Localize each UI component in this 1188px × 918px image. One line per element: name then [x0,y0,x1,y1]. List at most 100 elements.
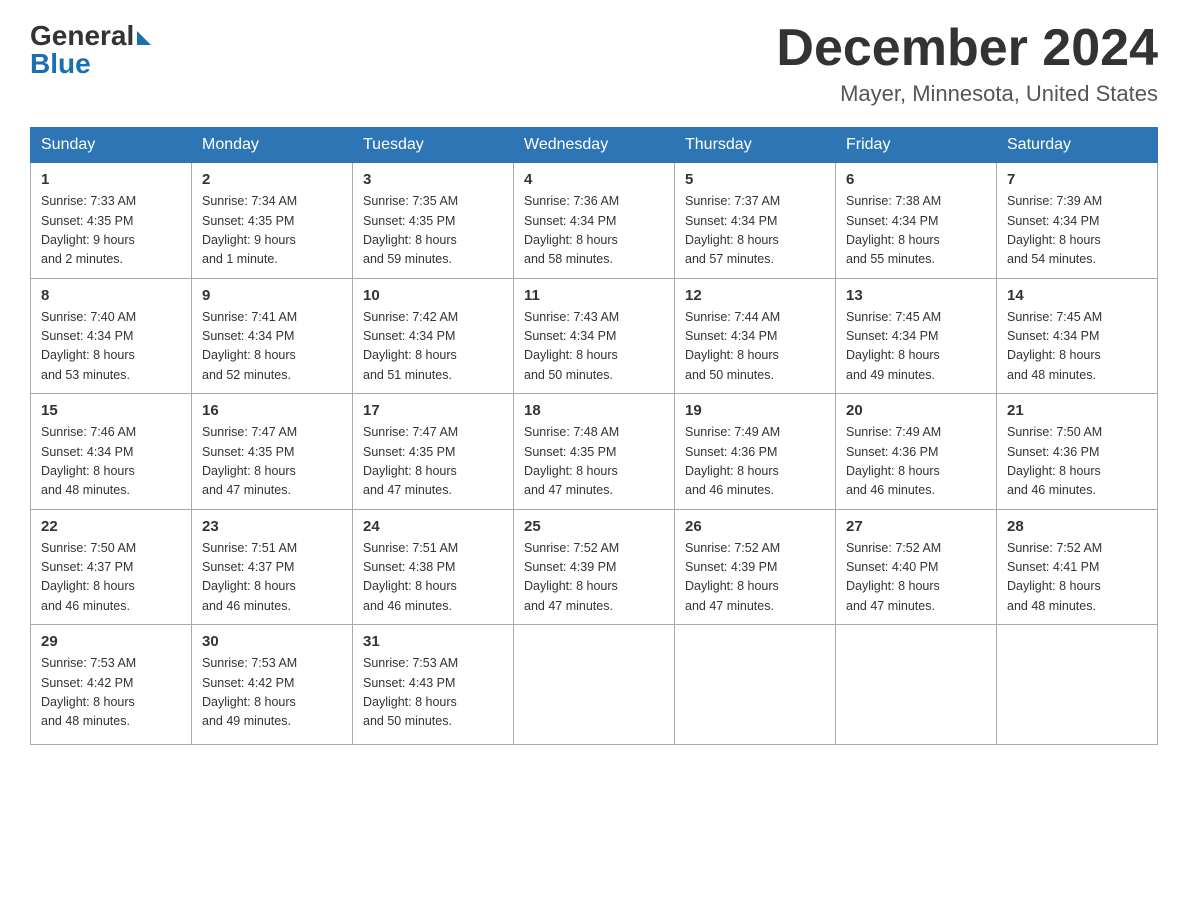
day-number: 24 [363,518,503,535]
day-number: 5 [685,171,825,188]
table-row: 9 Sunrise: 7:41 AMSunset: 4:34 PMDayligh… [192,278,353,394]
calendar-week-row: 15 Sunrise: 7:46 AMSunset: 4:34 PMDaylig… [31,394,1158,510]
day-number: 8 [41,287,181,304]
day-number: 26 [685,518,825,535]
table-row: 19 Sunrise: 7:49 AMSunset: 4:36 PMDaylig… [675,394,836,510]
day-info: Sunrise: 7:37 AMSunset: 4:34 PMDaylight:… [685,194,780,266]
day-info: Sunrise: 7:43 AMSunset: 4:34 PMDaylight:… [524,310,619,382]
day-number: 12 [685,287,825,304]
day-info: Sunrise: 7:52 AMSunset: 4:40 PMDaylight:… [846,541,941,613]
day-number: 29 [41,633,181,650]
calendar-table: Sunday Monday Tuesday Wednesday Thursday… [30,127,1158,745]
col-monday: Monday [192,128,353,163]
day-number: 13 [846,287,986,304]
table-row: 12 Sunrise: 7:44 AMSunset: 4:34 PMDaylig… [675,278,836,394]
day-info: Sunrise: 7:46 AMSunset: 4:34 PMDaylight:… [41,425,136,497]
day-info: Sunrise: 7:34 AMSunset: 4:35 PMDaylight:… [202,194,297,266]
day-info: Sunrise: 7:50 AMSunset: 4:37 PMDaylight:… [41,541,136,613]
day-info: Sunrise: 7:44 AMSunset: 4:34 PMDaylight:… [685,310,780,382]
day-info: Sunrise: 7:39 AMSunset: 4:34 PMDaylight:… [1007,194,1102,266]
table-row: 15 Sunrise: 7:46 AMSunset: 4:34 PMDaylig… [31,394,192,510]
logo-blue-text: Blue [30,48,91,80]
day-info: Sunrise: 7:47 AMSunset: 4:35 PMDaylight:… [363,425,458,497]
table-row: 2 Sunrise: 7:34 AMSunset: 4:35 PMDayligh… [192,163,353,279]
day-info: Sunrise: 7:45 AMSunset: 4:34 PMDaylight:… [846,310,941,382]
table-row: 1 Sunrise: 7:33 AMSunset: 4:35 PMDayligh… [31,163,192,279]
col-saturday: Saturday [997,128,1158,163]
day-info: Sunrise: 7:52 AMSunset: 4:41 PMDaylight:… [1007,541,1102,613]
location-title: Mayer, Minnesota, United States [776,81,1158,107]
day-info: Sunrise: 7:33 AMSunset: 4:35 PMDaylight:… [41,194,136,266]
day-info: Sunrise: 7:45 AMSunset: 4:34 PMDaylight:… [1007,310,1102,382]
day-info: Sunrise: 7:35 AMSunset: 4:35 PMDaylight:… [363,194,458,266]
day-number: 11 [524,287,664,304]
col-sunday: Sunday [31,128,192,163]
calendar-week-row: 22 Sunrise: 7:50 AMSunset: 4:37 PMDaylig… [31,509,1158,625]
title-section: December 2024 Mayer, Minnesota, United S… [776,20,1158,107]
day-info: Sunrise: 7:51 AMSunset: 4:38 PMDaylight:… [363,541,458,613]
table-row: 29 Sunrise: 7:53 AMSunset: 4:42 PMDaylig… [31,625,192,745]
day-number: 9 [202,287,342,304]
day-number: 14 [1007,287,1147,304]
day-info: Sunrise: 7:53 AMSunset: 4:43 PMDaylight:… [363,656,458,728]
day-number: 10 [363,287,503,304]
logo: General Blue [30,20,151,80]
day-number: 25 [524,518,664,535]
day-number: 18 [524,402,664,419]
day-info: Sunrise: 7:53 AMSunset: 4:42 PMDaylight:… [41,656,136,728]
day-number: 20 [846,402,986,419]
day-info: Sunrise: 7:38 AMSunset: 4:34 PMDaylight:… [846,194,941,266]
table-row: 23 Sunrise: 7:51 AMSunset: 4:37 PMDaylig… [192,509,353,625]
day-number: 15 [41,402,181,419]
day-info: Sunrise: 7:49 AMSunset: 4:36 PMDaylight:… [685,425,780,497]
table-row: 27 Sunrise: 7:52 AMSunset: 4:40 PMDaylig… [836,509,997,625]
table-row: 16 Sunrise: 7:47 AMSunset: 4:35 PMDaylig… [192,394,353,510]
day-info: Sunrise: 7:52 AMSunset: 4:39 PMDaylight:… [524,541,619,613]
day-info: Sunrise: 7:36 AMSunset: 4:34 PMDaylight:… [524,194,619,266]
table-row [675,625,836,745]
table-row: 5 Sunrise: 7:37 AMSunset: 4:34 PMDayligh… [675,163,836,279]
table-row: 26 Sunrise: 7:52 AMSunset: 4:39 PMDaylig… [675,509,836,625]
day-number: 30 [202,633,342,650]
day-number: 22 [41,518,181,535]
day-number: 16 [202,402,342,419]
day-number: 6 [846,171,986,188]
table-row: 7 Sunrise: 7:39 AMSunset: 4:34 PMDayligh… [997,163,1158,279]
page-header: General Blue December 2024 Mayer, Minnes… [30,20,1158,107]
col-friday: Friday [836,128,997,163]
day-number: 21 [1007,402,1147,419]
day-info: Sunrise: 7:50 AMSunset: 4:36 PMDaylight:… [1007,425,1102,497]
logo-triangle-icon [137,31,151,45]
day-info: Sunrise: 7:51 AMSunset: 4:37 PMDaylight:… [202,541,297,613]
day-number: 3 [363,171,503,188]
calendar-week-row: 29 Sunrise: 7:53 AMSunset: 4:42 PMDaylig… [31,625,1158,745]
table-row: 11 Sunrise: 7:43 AMSunset: 4:34 PMDaylig… [514,278,675,394]
table-row: 18 Sunrise: 7:48 AMSunset: 4:35 PMDaylig… [514,394,675,510]
day-info: Sunrise: 7:53 AMSunset: 4:42 PMDaylight:… [202,656,297,728]
day-info: Sunrise: 7:49 AMSunset: 4:36 PMDaylight:… [846,425,941,497]
day-number: 1 [41,171,181,188]
day-info: Sunrise: 7:47 AMSunset: 4:35 PMDaylight:… [202,425,297,497]
day-number: 23 [202,518,342,535]
day-info: Sunrise: 7:52 AMSunset: 4:39 PMDaylight:… [685,541,780,613]
day-number: 28 [1007,518,1147,535]
table-row: 8 Sunrise: 7:40 AMSunset: 4:34 PMDayligh… [31,278,192,394]
table-row: 17 Sunrise: 7:47 AMSunset: 4:35 PMDaylig… [353,394,514,510]
table-row: 28 Sunrise: 7:52 AMSunset: 4:41 PMDaylig… [997,509,1158,625]
table-row [514,625,675,745]
day-info: Sunrise: 7:40 AMSunset: 4:34 PMDaylight:… [41,310,136,382]
calendar-week-row: 1 Sunrise: 7:33 AMSunset: 4:35 PMDayligh… [31,163,1158,279]
table-row [836,625,997,745]
table-row: 31 Sunrise: 7:53 AMSunset: 4:43 PMDaylig… [353,625,514,745]
calendar-week-row: 8 Sunrise: 7:40 AMSunset: 4:34 PMDayligh… [31,278,1158,394]
table-row: 22 Sunrise: 7:50 AMSunset: 4:37 PMDaylig… [31,509,192,625]
day-number: 7 [1007,171,1147,188]
calendar-header-row: Sunday Monday Tuesday Wednesday Thursday… [31,128,1158,163]
day-info: Sunrise: 7:41 AMSunset: 4:34 PMDaylight:… [202,310,297,382]
table-row: 21 Sunrise: 7:50 AMSunset: 4:36 PMDaylig… [997,394,1158,510]
col-thursday: Thursday [675,128,836,163]
table-row: 13 Sunrise: 7:45 AMSunset: 4:34 PMDaylig… [836,278,997,394]
table-row [997,625,1158,745]
day-info: Sunrise: 7:48 AMSunset: 4:35 PMDaylight:… [524,425,619,497]
day-number: 19 [685,402,825,419]
